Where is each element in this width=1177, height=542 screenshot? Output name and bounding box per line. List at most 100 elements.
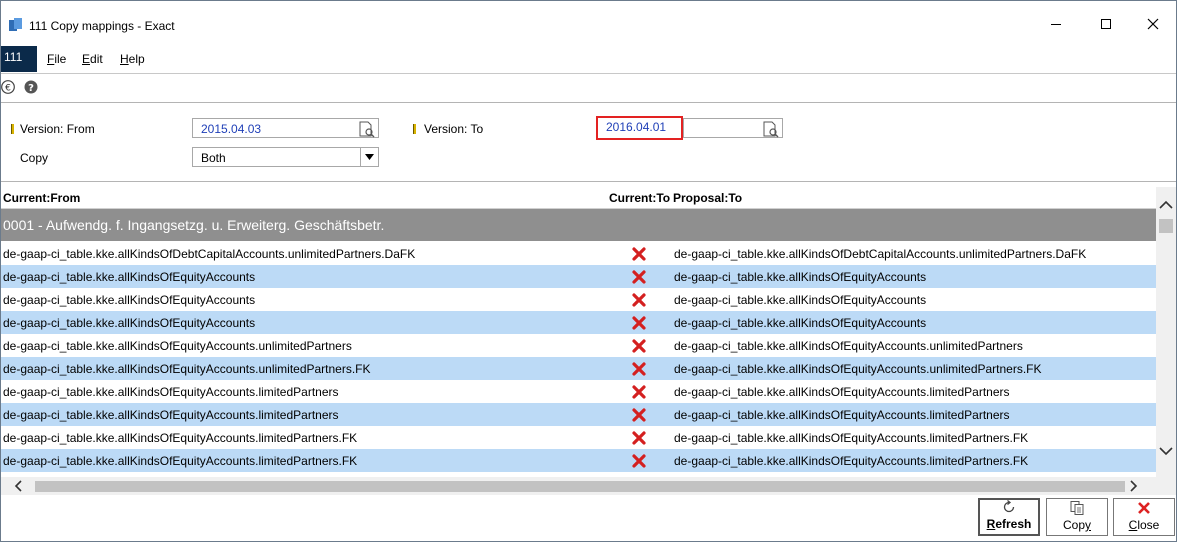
mandatory-marker [413,124,416,134]
cell-current-from: de-gaap-ci_table.kke.allKindsOfEquityAcc… [3,385,339,399]
chevron-down-icon[interactable] [1158,445,1174,460]
title-bar: 111 Copy mappings - Exact [1,1,1176,43]
table-row[interactable]: de-gaap-ci_table.kke.allKindsOfEquityAcc… [1,288,1156,311]
red-x-icon [631,384,647,400]
red-x-icon [631,361,647,377]
copy-select-value: Both [201,151,226,165]
cell-current-from: de-gaap-ci_table.kke.allKindsOfEquityAcc… [3,431,358,445]
toolbar-divider [1,73,1176,74]
version-from-label: Version: From [20,122,95,136]
group-row[interactable]: 0001 - Aufwendg. f. Ingangsetzg. u. Erwe… [1,209,1156,241]
red-x-icon [631,430,647,446]
copy-label: Copy [1063,518,1091,532]
table-row[interactable]: de-gaap-ci_table.kke.allKindsOfEquityAcc… [1,357,1156,380]
menu-edit[interactable]: Edit [82,52,103,66]
copy-button[interactable]: Copy [1046,498,1108,536]
svg-text:€: € [5,84,11,94]
menu-help-label: elp [128,52,145,66]
column-header-proposal-to[interactable]: Proposal:To [673,191,742,205]
cell-current-from: de-gaap-ci_table.kke.allKindsOfEquityAcc… [3,270,256,284]
table-row[interactable]: de-gaap-ci_table.kke.allKindsOfEquityAcc… [1,311,1156,334]
cell-proposal-to: de-gaap-ci_table.kke.allKindsOfDebtCapit… [674,247,1087,261]
red-x-icon [631,292,647,308]
table-row[interactable]: de-gaap-ci_table.kke.allKindsOfDebtCapit… [1,242,1156,265]
minimize-icon [1051,24,1061,25]
red-x-icon [631,453,647,469]
horizontal-scroll-thumb[interactable] [35,481,1125,492]
menu-help-accesskey: H [120,52,129,66]
table-row[interactable]: de-gaap-ci_table.kke.allKindsOfEquityAcc… [1,265,1156,288]
menu-file-label: ile [54,52,67,66]
version-to-field[interactable]: 2016.04.01 [596,116,683,140]
version-from-lookup-button[interactable] [357,119,377,139]
copy-icon [1069,500,1085,516]
close-label-rest: lose [1137,518,1160,532]
cell-proposal-to: de-gaap-ci_table.kke.allKindsOfEquityAcc… [674,408,1010,422]
chevron-down-icon[interactable] [360,148,378,166]
cell-current-from: de-gaap-ci_table.kke.allKindsOfDebtCapit… [3,247,416,261]
cell-proposal-to: de-gaap-ci_table.kke.allKindsOfEquityAcc… [674,339,1023,353]
lookup-icon [763,121,779,137]
table-row[interactable]: de-gaap-ci_table.kke.allKindsOfEquityAcc… [1,334,1156,357]
cell-proposal-to: de-gaap-ci_table.kke.allKindsOfEquityAcc… [674,454,1029,468]
copy-select[interactable]: Both [192,147,379,167]
cell-current-from: de-gaap-ci_table.kke.allKindsOfEquityAcc… [3,293,256,307]
menu-edit-accesskey: E [82,52,91,66]
chevron-right-icon[interactable] [1127,480,1139,495]
close-button[interactable]: Close [1113,498,1175,536]
red-x-icon [631,315,647,331]
column-header-current-to[interactable]: Current:To [609,191,670,205]
table-row[interactable]: de-gaap-ci_table.kke.allKindsOfEquityAcc… [1,426,1156,449]
cell-current-from: de-gaap-ci_table.kke.allKindsOfEquityAcc… [3,408,339,422]
cell-proposal-to: de-gaap-ci_table.kke.allKindsOfEquityAcc… [674,316,927,330]
vertical-scroll-thumb[interactable] [1159,219,1173,233]
mappings-grid: Current:From Current:To Proposal:To 0001… [1,187,1156,477]
maximize-icon [1101,19,1111,29]
refresh-label-rest: efresh [995,517,1032,531]
table-row[interactable]: de-gaap-ci_table.kke.allKindsOfEquityAcc… [1,403,1156,426]
table-row[interactable]: de-gaap-ci_table.kke.allKindsOfEquityAcc… [1,449,1156,472]
copy-accesskey: y [1085,518,1091,532]
column-header-current-from[interactable]: Current:From [3,191,80,205]
close-window-button[interactable] [1138,11,1168,37]
window-title: 111 Copy mappings - Exact [29,19,175,33]
menu-help[interactable]: Help [120,52,145,66]
scrollbar-corner [1156,477,1176,495]
close-icon [1136,500,1152,516]
red-x-icon [631,269,647,285]
menu-edit-label: dit [90,52,103,66]
maximize-button[interactable] [1091,11,1121,37]
red-x-icon [631,246,647,262]
button-bar: Refresh Copy Close [1,495,1176,541]
menu-bar: 111 File Edit Help [1,46,1176,72]
horizontal-scrollbar[interactable] [1,477,1156,495]
company-badge[interactable]: 111 [1,46,37,72]
vertical-scrollbar[interactable] [1156,187,1176,477]
refresh-button[interactable]: Refresh [978,498,1040,536]
exact-app-icon [9,18,23,32]
cell-proposal-to: de-gaap-ci_table.kke.allKindsOfEquityAcc… [674,293,927,307]
grid-header: Current:From Current:To Proposal:To [1,187,1156,209]
refresh-accesskey: R [986,517,996,531]
euro-icon[interactable]: € [1,79,17,95]
lookup-icon [359,121,375,137]
chevron-up-icon[interactable] [1158,199,1174,214]
close-label: Close [1129,518,1160,532]
menu-file[interactable]: File [47,52,66,66]
minimize-button[interactable] [1041,11,1071,37]
version-from-field[interactable]: 2015.04.03 [192,118,379,138]
help-icon[interactable]: ? [23,79,39,95]
chevron-left-icon[interactable] [13,480,25,495]
copy-label: Copy [20,151,49,165]
cell-current-from: de-gaap-ci_table.kke.allKindsOfEquityAcc… [3,454,358,468]
cell-proposal-to: de-gaap-ci_table.kke.allKindsOfEquityAcc… [674,385,1010,399]
cell-proposal-to: de-gaap-ci_table.kke.allKindsOfEquityAcc… [674,270,927,284]
red-x-icon [631,338,647,354]
table-row[interactable]: de-gaap-ci_table.kke.allKindsOfEquityAcc… [1,380,1156,403]
version-to-lookup-button[interactable] [761,119,781,139]
version-to-label: Version: To [424,122,484,136]
mandatory-marker [11,124,14,134]
copy-mappings-window: 111 Copy mappings - Exact 111 File Edit … [0,0,1177,542]
cell-current-from: de-gaap-ci_table.kke.allKindsOfEquityAcc… [3,339,352,353]
close-icon [1147,18,1159,30]
